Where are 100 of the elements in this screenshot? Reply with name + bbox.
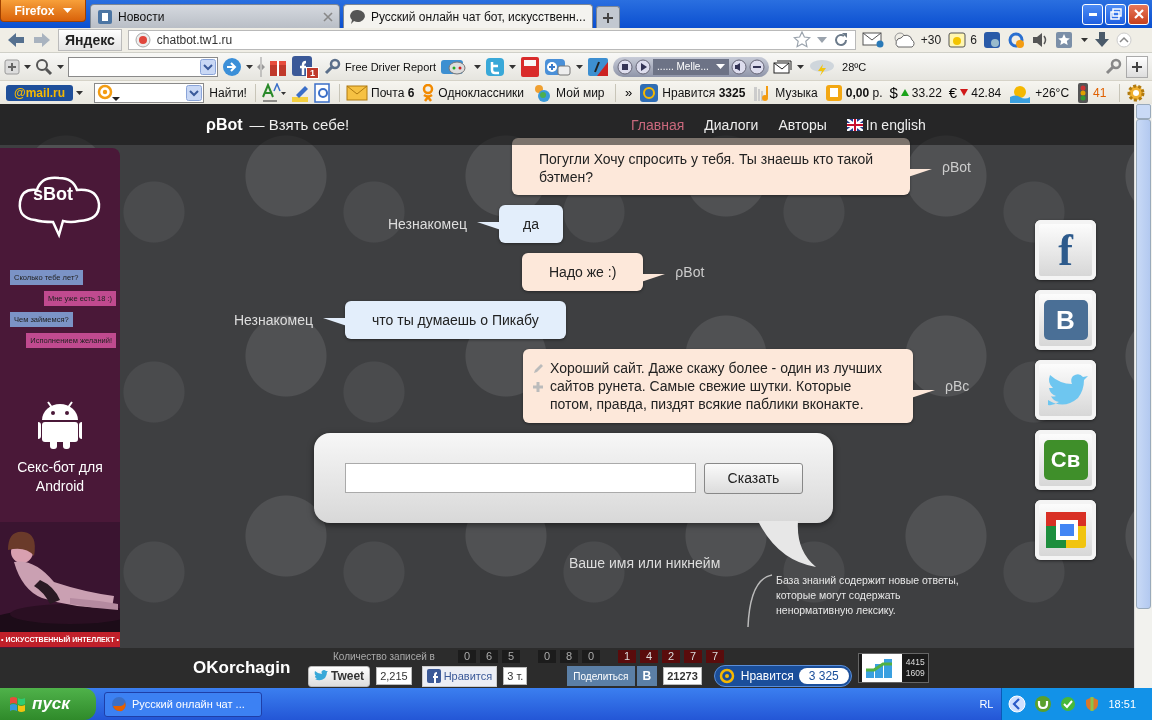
caret-icon[interactable]: [474, 64, 482, 69]
driver-report-link[interactable]: Free Driver Report: [345, 60, 437, 73]
bookmark-star-icon[interactable]: [792, 31, 811, 49]
extension-icon[interactable]: [1006, 31, 1025, 49]
search-field[interactable]: [68, 56, 218, 77]
language-indicator[interactable]: RL: [979, 698, 994, 710]
add-button[interactable]: [1126, 55, 1148, 78]
download-icon[interactable]: [1093, 31, 1110, 49]
close-button[interactable]: [1128, 3, 1149, 25]
vk-share-button[interactable]: B: [1035, 290, 1096, 350]
torrent-icon[interactable]: [1034, 695, 1053, 713]
more-link[interactable]: »: [625, 85, 633, 100]
new-tab-button[interactable]: [596, 6, 620, 28]
share-count: 3 т.: [503, 667, 528, 685]
at-icon[interactable]: [96, 83, 123, 102]
informer-text[interactable]: 0,00 р.: [845, 85, 883, 100]
browser-tab[interactable]: Новости: [90, 4, 340, 28]
search-field[interactable]: [94, 82, 205, 103]
toolbar-link[interactable]: Почта 6: [371, 85, 415, 100]
tweet-button[interactable]: Tweet: [308, 665, 371, 687]
collapse-icon[interactable]: [1115, 32, 1132, 48]
mailru-like-button[interactable]: Нравится 3 325: [713, 665, 852, 687]
site-logo[interactable]: ρBot: [206, 115, 243, 134]
windows-flag-icon: [8, 695, 28, 713]
mail-icon[interactable]: [861, 32, 884, 48]
share-count: 21273: [663, 667, 702, 685]
check-icon[interactable]: [1060, 696, 1077, 712]
browser-tab[interactable]: Русский онлайн чат бот, искусственн...: [343, 4, 593, 28]
track-select[interactable]: ...... Melle...: [653, 58, 730, 75]
odnoklassniki-icon[interactable]: [421, 83, 436, 102]
address-bar[interactable]: chatbot.tw1.ru: [127, 30, 856, 50]
traffic-light-icon[interactable]: [1076, 81, 1091, 104]
back-icon[interactable]: [6, 31, 26, 49]
bookmarks-icon[interactable]: [1054, 31, 1075, 49]
tablet-icon[interactable]: [587, 56, 610, 77]
font-size-icon[interactable]: [261, 82, 288, 103]
stop-button[interactable]: [617, 58, 634, 75]
informer-text[interactable]: Музыка: [775, 85, 818, 100]
scrollbar[interactable]: [1134, 104, 1152, 688]
caret-icon[interactable]: [246, 64, 253, 69]
informer-text[interactable]: Нравится 3325: [662, 85, 746, 100]
restore-button[interactable]: [1105, 3, 1126, 25]
dropdown-icon[interactable]: [200, 58, 216, 75]
extension-icon[interactable]: [982, 31, 1001, 49]
reload-icon[interactable]: [832, 32, 849, 48]
chrome-share-button[interactable]: [1035, 500, 1096, 560]
caret-icon: [716, 64, 726, 69]
counter-digit: 5: [502, 649, 520, 663]
caret-icon[interactable]: [76, 90, 84, 95]
informer-text[interactable]: 33.22: [911, 85, 942, 100]
message-input[interactable]: [345, 463, 696, 493]
mailru-logo[interactable]: @mail.ru: [6, 84, 74, 101]
play-button[interactable]: [635, 58, 652, 75]
nav-link[interactable]: Диалоги: [704, 116, 759, 133]
toolbar-link[interactable]: Одноклассники: [438, 85, 525, 100]
share-button[interactable]: Поделиться: [567, 666, 635, 686]
expand-tray-icon[interactable]: [1008, 695, 1027, 713]
volume-button[interactable]: [731, 58, 748, 75]
yandex-button[interactable]: Яндекс: [58, 29, 122, 51]
close-icon[interactable]: [323, 11, 333, 22]
taskbar-button[interactable]: Русский онлайн чат ...: [104, 691, 262, 717]
settings-icon[interactable]: [1125, 82, 1146, 103]
caret-icon[interactable]: [57, 64, 64, 69]
minus-button[interactable]: [749, 58, 766, 75]
caret-icon[interactable]: [24, 64, 31, 69]
stats-counter[interactable]: 4415 1609: [857, 653, 929, 683]
informer-text[interactable]: 42.84: [971, 85, 1002, 100]
minimize-button[interactable]: [1082, 3, 1103, 25]
author-link[interactable]: OKorchagin: [193, 658, 308, 678]
send-button[interactable]: Сказать: [704, 462, 803, 494]
speaker-icon[interactable]: [1030, 32, 1049, 48]
tv-icon[interactable]: [544, 56, 573, 77]
find-button[interactable]: Найти!: [207, 85, 249, 100]
like-icon[interactable]: [639, 82, 660, 103]
scroll-thumb[interactable]: [1136, 119, 1151, 609]
vk-logo[interactable]: В: [636, 666, 658, 686]
mail-icon[interactable]: [773, 59, 794, 74]
nav-link[interactable]: In english: [846, 116, 926, 133]
promo-title: Секс-бот для Android: [16, 458, 104, 496]
like-button[interactable]: Нравится: [421, 665, 498, 687]
cb-share-button[interactable]: Св: [1035, 430, 1096, 490]
author-name: ρBot: [675, 264, 705, 280]
reminder-icon[interactable]: [947, 31, 968, 49]
envelope-icon[interactable]: [346, 84, 368, 101]
dropdown-icon[interactable]: [186, 84, 203, 101]
nav-link[interactable]: Главная: [631, 116, 685, 133]
facebook-share-button[interactable]: f: [1035, 220, 1096, 280]
add-icon[interactable]: [4, 58, 20, 75]
caret-icon[interactable]: [576, 64, 584, 69]
toolbar-link[interactable]: Мой мир: [556, 85, 605, 100]
settings-icon[interactable]: [1104, 57, 1122, 76]
video-icon[interactable]: [520, 55, 541, 78]
search-icon[interactable]: [35, 57, 53, 76]
nav-link[interactable]: Авторы: [778, 116, 827, 133]
plus-icon: [602, 11, 614, 24]
informer-text[interactable]: +26°C: [1035, 85, 1070, 100]
caret-icon[interactable]: [1080, 38, 1088, 42]
counter-digit: 7: [684, 649, 702, 663]
caret-icon[interactable]: [509, 64, 517, 69]
caret-icon[interactable]: [797, 64, 805, 69]
